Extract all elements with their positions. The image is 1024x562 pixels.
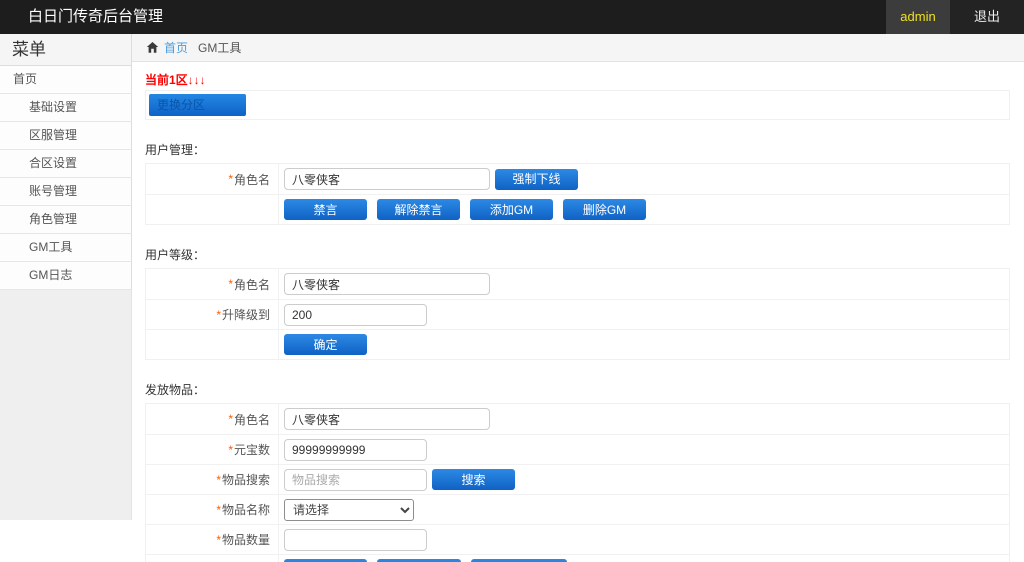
mute-button[interactable]: 禁言 <box>284 199 367 220</box>
form-field <box>279 525 1009 554</box>
remove-gm-button[interactable]: 删除GM <box>563 199 646 220</box>
label-text: 物品搜索 <box>222 471 270 488</box>
required-mark: * <box>228 443 233 457</box>
sidebar-header: 菜单 <box>0 34 132 66</box>
form-row: 确定 <box>146 329 1009 359</box>
zone-selector-box: 更换分区 <box>145 90 1010 120</box>
form-row: 发放物品 发元宝(涨V) 发元宝(不涨V) <box>146 554 1009 562</box>
form-field <box>279 269 1009 299</box>
section-title-user-mgmt: 用户管理： <box>145 141 1010 156</box>
role-name-input[interactable] <box>284 273 490 295</box>
form-row: *物品搜索 搜索 <box>146 464 1009 494</box>
yuanbao-label: *元宝数 <box>146 435 279 464</box>
sidebar-item-home[interactable]: 首页 <box>0 66 132 94</box>
user-level-form: *角色名 *升降级到 确定 <box>145 268 1010 360</box>
label-text: 角色名 <box>234 276 270 293</box>
form-row: *角色名 强制下线 <box>146 164 1009 194</box>
label-text: 角色名 <box>234 411 270 428</box>
label-text: 元宝数 <box>234 441 270 458</box>
label-text: 升降级到 <box>222 306 270 323</box>
required-mark: * <box>228 277 233 291</box>
level-label: *升降级到 <box>146 300 279 329</box>
current-zone-notice: 当前1区↓↓↓ <box>145 71 1010 87</box>
item-name-select[interactable]: 请选择 <box>284 499 414 521</box>
form-field <box>279 435 1009 464</box>
role-name-label: *角色名 <box>146 269 279 299</box>
sidebar-item-basic-settings[interactable]: 基础设置 <box>0 94 132 122</box>
app-title: 白日门传奇后台管理 <box>0 0 886 34</box>
empty-label <box>146 555 279 562</box>
form-field: 搜索 <box>279 465 1009 494</box>
form-field: 请选择 <box>279 495 1009 524</box>
form-row: *物品数量 <box>146 524 1009 554</box>
user-mgmt-form: *角色名 强制下线 禁言 解除禁言 添加GM 删除GM <box>145 163 1010 225</box>
section-title-user-level: 用户等级： <box>145 246 1010 261</box>
role-name-label: *角色名 <box>146 404 279 434</box>
form-field: 强制下线 <box>279 164 1009 194</box>
form-field: 禁言 解除禁言 添加GM 删除GM <box>279 195 1009 224</box>
sidebar-filler <box>0 290 132 520</box>
required-mark: * <box>228 412 233 426</box>
section-title-give-items: 发放物品： <box>145 381 1010 396</box>
sidebar-item-account-mgmt[interactable]: 账号管理 <box>0 178 132 206</box>
change-zone-button[interactable]: 更换分区 <box>149 94 246 116</box>
sidebar-item-gm-tools[interactable]: GM工具 <box>0 234 132 262</box>
required-mark: * <box>216 308 221 322</box>
breadcrumb-current: GM工具 <box>198 39 241 56</box>
required-mark: * <box>216 473 221 487</box>
form-field <box>279 300 1009 329</box>
required-mark: * <box>216 503 221 517</box>
form-field: 确定 <box>279 330 1009 359</box>
form-row: *升降级到 <box>146 299 1009 329</box>
role-name-label: *角色名 <box>146 164 279 194</box>
user-menu[interactable]: admin <box>886 0 950 34</box>
label-text: 物品数量 <box>222 531 270 548</box>
form-row: *角色名 <box>146 404 1009 434</box>
role-name-input[interactable] <box>284 168 490 190</box>
item-search-input[interactable] <box>284 469 427 491</box>
item-qty-label: *物品数量 <box>146 525 279 554</box>
yuanbao-input[interactable] <box>284 439 427 461</box>
required-mark: * <box>216 533 221 547</box>
unmute-button[interactable]: 解除禁言 <box>377 199 460 220</box>
item-name-label: *物品名称 <box>146 495 279 524</box>
logout-button[interactable]: 退出 <box>950 0 1024 34</box>
level-input[interactable] <box>284 304 427 326</box>
form-row: *角色名 <box>146 269 1009 299</box>
force-offline-button[interactable]: 强制下线 <box>495 169 578 190</box>
sidebar-item-merge-settings[interactable]: 合区设置 <box>0 150 132 178</box>
empty-label <box>146 330 279 359</box>
label-text: 物品名称 <box>222 501 270 518</box>
label-text: 角色名 <box>234 171 270 188</box>
item-search-label: *物品搜索 <box>146 465 279 494</box>
form-row: 禁言 解除禁言 添加GM 删除GM <box>146 194 1009 224</box>
item-qty-input[interactable] <box>284 529 427 551</box>
form-row: *物品名称 请选择 <box>146 494 1009 524</box>
empty-label <box>146 195 279 224</box>
add-gm-button[interactable]: 添加GM <box>470 199 553 220</box>
breadcrumb: 首页 GM工具 <box>132 34 1024 62</box>
breadcrumb-home-link[interactable]: 首页 <box>164 39 188 56</box>
sidebar: 菜单 首页 基础设置 区服管理 合区设置 账号管理 角色管理 GM工具 GM日志 <box>0 34 132 562</box>
home-icon <box>146 41 159 54</box>
form-field: 发放物品 发元宝(涨V) 发元宝(不涨V) <box>279 555 1009 562</box>
required-mark: * <box>228 172 233 186</box>
search-button[interactable]: 搜索 <box>432 469 515 490</box>
form-field <box>279 404 1009 434</box>
give-items-form: *角色名 *元宝数 *物品搜索 <box>145 403 1010 562</box>
topbar: 白日门传奇后台管理 admin 退出 <box>0 0 1024 34</box>
main-content: 首页 GM工具 当前1区↓↓↓ 更换分区 用户管理： *角色名 强制下线 <box>132 34 1024 562</box>
sidebar-item-role-mgmt[interactable]: 角色管理 <box>0 206 132 234</box>
role-name-input[interactable] <box>284 408 490 430</box>
sidebar-item-server-mgmt[interactable]: 区服管理 <box>0 122 132 150</box>
sidebar-item-gm-logs[interactable]: GM日志 <box>0 262 132 290</box>
confirm-button[interactable]: 确定 <box>284 334 367 355</box>
form-row: *元宝数 <box>146 434 1009 464</box>
